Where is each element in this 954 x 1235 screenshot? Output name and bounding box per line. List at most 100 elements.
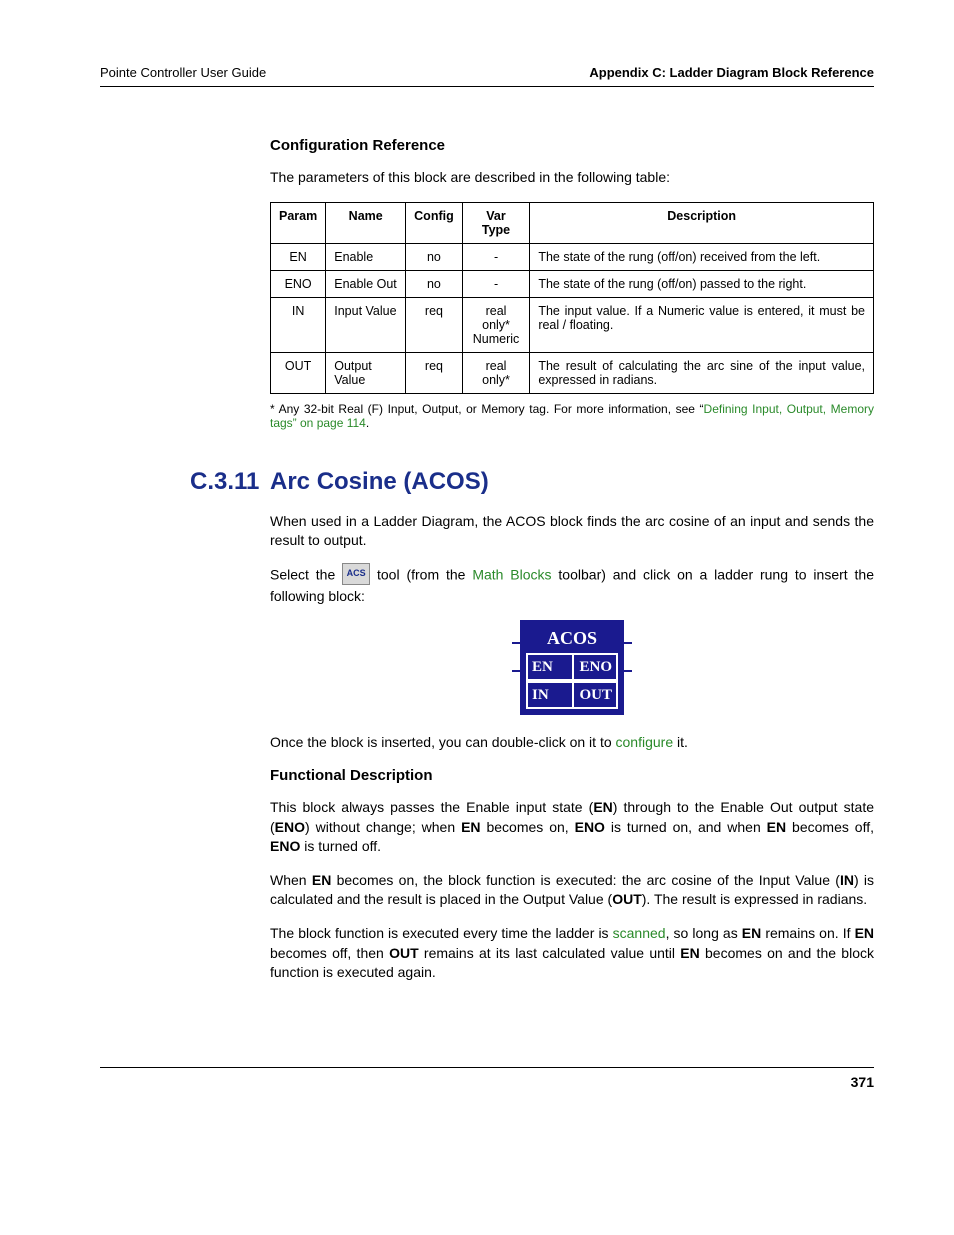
p2-a: Select the: [270, 566, 342, 582]
cell-param: EN: [271, 243, 326, 270]
t: ) without change; when: [305, 819, 461, 835]
block-en: EN: [526, 653, 572, 681]
cell-desc: The result of calculating the arc sine o…: [530, 352, 874, 393]
wire-icon: [624, 670, 632, 672]
t: ENO: [270, 838, 300, 854]
col-vartype: Var Type: [462, 202, 530, 243]
table-header-row: Param Name Config Var Type Description: [271, 202, 874, 243]
t: When: [270, 872, 312, 888]
section-body: When used in a Ladder Diagram, the ACOS …: [270, 512, 874, 983]
cell-name: Input Value: [326, 297, 406, 352]
t: This block always passes the Enable inpu…: [270, 799, 593, 815]
col-param: Param: [271, 202, 326, 243]
t: is turned off.: [300, 838, 381, 854]
acos-block-figure: ACOS EN ENO IN OUT: [270, 620, 874, 715]
content-column: Configuration Reference The parameters o…: [270, 137, 874, 430]
t: becomes off,: [786, 819, 874, 835]
param-table: Param Name Config Var Type Description E…: [270, 202, 874, 394]
cell-vartype: real only*: [462, 352, 530, 393]
t: OUT: [389, 945, 419, 961]
t: becomes off, then: [270, 945, 389, 961]
cell-desc: The state of the rung (off/on) passed to…: [530, 270, 874, 297]
t: ENO: [575, 819, 605, 835]
section-p2: Select the ACS tool (from the Math Block…: [270, 565, 874, 607]
cell-name: Enable Out: [326, 270, 406, 297]
header-left: Pointe Controller User Guide: [100, 65, 266, 80]
t: remains at its last calculated value unt…: [419, 945, 681, 961]
acs-tool-icon: ACS: [342, 563, 370, 585]
t: EN: [312, 872, 331, 888]
col-name: Name: [326, 202, 406, 243]
config-ref-heading: Configuration Reference: [270, 137, 874, 154]
acos-block: ACOS EN ENO IN OUT: [520, 620, 624, 715]
t: IN: [840, 872, 854, 888]
cell-param: IN: [271, 297, 326, 352]
t: EN: [680, 945, 699, 961]
t: OUT: [612, 891, 642, 907]
document-page: Pointe Controller User Guide Appendix C:…: [0, 0, 954, 1130]
section-number: C.3.11: [100, 468, 270, 496]
footer-rule: [100, 1067, 874, 1068]
table-row: ENO Enable Out no - The state of the run…: [271, 270, 874, 297]
footnote-text: * Any 32-bit Real (F) Input, Output, or …: [270, 402, 704, 416]
block-in: IN: [526, 681, 572, 709]
t: ). The result is expressed in radians.: [642, 891, 867, 907]
table-row: EN Enable no - The state of the rung (of…: [271, 243, 874, 270]
t: EN: [767, 819, 786, 835]
col-config: Config: [406, 202, 463, 243]
header-rule: [100, 86, 874, 87]
page-number: 371: [100, 1074, 874, 1090]
block-out: OUT: [572, 681, 618, 709]
cell-name: Output Value: [326, 352, 406, 393]
cell-desc: The state of the rung (off/on) received …: [530, 243, 874, 270]
t: EN: [461, 819, 480, 835]
functional-p1: This block always passes the Enable inpu…: [270, 798, 874, 857]
t: EN: [593, 799, 612, 815]
section-p1: When used in a Ladder Diagram, the ACOS …: [270, 512, 874, 551]
table-row: OUT Output Value req real only* The resu…: [271, 352, 874, 393]
wire-icon: [512, 642, 520, 644]
cell-param: ENO: [271, 270, 326, 297]
cell-vartype: -: [462, 243, 530, 270]
config-ref-intro: The parameters of this block are describ…: [270, 168, 874, 188]
table-footnote: * Any 32-bit Real (F) Input, Output, or …: [270, 402, 874, 430]
cell-vartype: real only* Numeric: [462, 297, 530, 352]
t: EN: [855, 925, 874, 941]
t: becomes on, the block function is execut…: [331, 872, 840, 888]
functional-heading: Functional Description: [270, 767, 874, 784]
cell-config: no: [406, 270, 463, 297]
cell-name: Enable: [326, 243, 406, 270]
t: ENO: [275, 819, 305, 835]
section-p3: Once the block is inserted, you can doub…: [270, 733, 874, 753]
scanned-link[interactable]: scanned: [613, 925, 666, 941]
t: The block function is executed every tim…: [270, 925, 613, 941]
page-footer: 371: [100, 1067, 874, 1090]
t: remains on. If: [761, 925, 854, 941]
footnote-suffix: .: [366, 416, 369, 430]
cell-desc: The input value. If a Numeric value is e…: [530, 297, 874, 352]
page-header: Pointe Controller User Guide Appendix C:…: [100, 65, 874, 86]
header-right: Appendix C: Ladder Diagram Block Referen…: [589, 65, 874, 80]
wire-icon: [512, 670, 520, 672]
block-eno: ENO: [572, 653, 618, 681]
math-blocks-link[interactable]: Math Blocks: [472, 566, 551, 582]
functional-p2: When EN becomes on, the block function i…: [270, 871, 874, 910]
functional-p3: The block function is executed every tim…: [270, 924, 874, 983]
block-title: ACOS: [526, 626, 618, 653]
t: EN: [742, 925, 761, 941]
p2-b: tool (from the: [370, 566, 472, 582]
section-title: Arc Cosine (ACOS): [270, 468, 489, 496]
t: becomes on,: [481, 819, 575, 835]
wire-icon: [624, 642, 632, 644]
cell-param: OUT: [271, 352, 326, 393]
t: is turned on, and when: [605, 819, 767, 835]
p3-a: Once the block is inserted, you can doub…: [270, 734, 616, 750]
t: , so long as: [666, 925, 742, 941]
cell-vartype: -: [462, 270, 530, 297]
cell-config: req: [406, 352, 463, 393]
table-row: IN Input Value req real only* Numeric Th…: [271, 297, 874, 352]
section-heading: C.3.11 Arc Cosine (ACOS): [100, 468, 874, 496]
col-desc: Description: [530, 202, 874, 243]
configure-link[interactable]: configure: [616, 734, 674, 750]
cell-config: req: [406, 297, 463, 352]
